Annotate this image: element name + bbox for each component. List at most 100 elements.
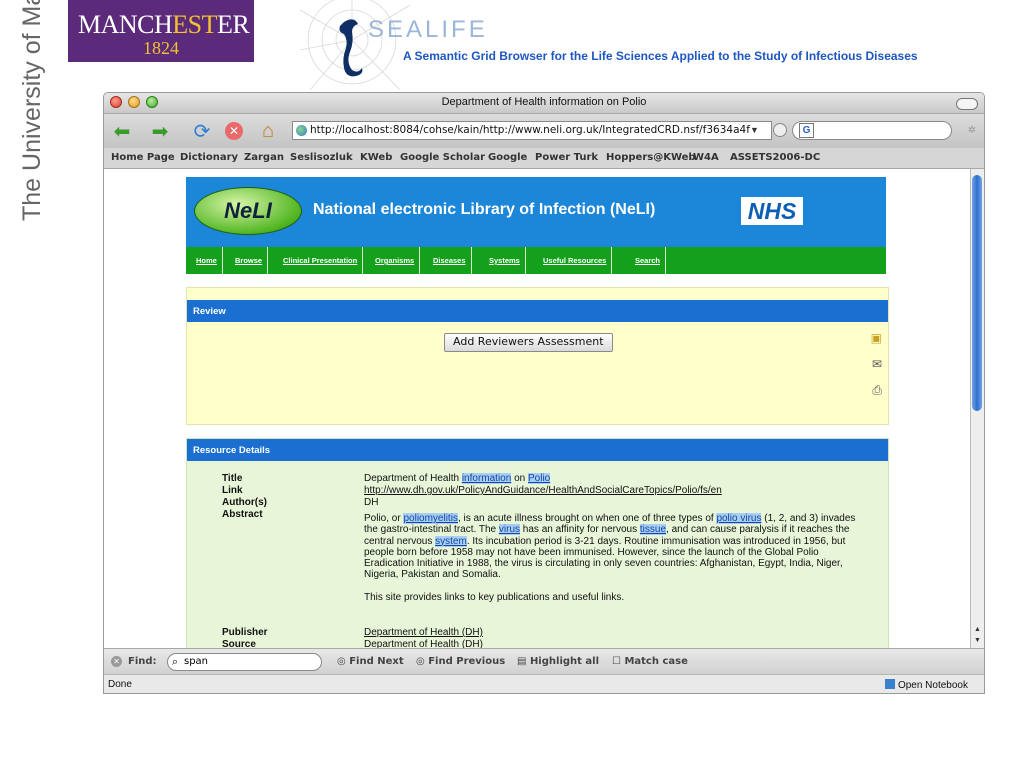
resource-details-heading-bar: Resource Details (187, 439, 888, 461)
manchester-wordmark: MANCHESTER (78, 10, 250, 40)
review-heading-bar: Review (187, 300, 888, 322)
source-link[interactable]: Department of Health (DH) (364, 639, 483, 648)
go-button[interactable] (773, 123, 787, 137)
email-icon[interactable]: ✉ (872, 357, 882, 371)
find-input[interactable]: ⌕ span (167, 653, 322, 671)
find-previous-label: Find Previous (428, 656, 506, 667)
find-input-text: span (184, 656, 209, 667)
abstract-extra-text: This site provides links to key publicat… (364, 592, 625, 604)
print-icon[interactable]: ⎙ (872, 383, 882, 398)
neli-title: National electronic Library of Infection… (313, 201, 656, 218)
wordmark-part-1: MANCH (78, 10, 173, 39)
magnifier-icon: ⌕ (172, 655, 179, 668)
status-text: Done (108, 679, 132, 690)
browser-window: Department of Health information on Poli… (103, 92, 985, 694)
nav-search[interactable]: Search (630, 247, 667, 274)
nav-diseases[interactable]: Diseases (428, 247, 472, 274)
source-label: Source (222, 639, 256, 648)
find-next-label: Find Next (349, 656, 404, 667)
checkbox-icon: ☐ (612, 656, 621, 667)
resource-link[interactable]: http://www.dh.gov.uk/PolicyAndGuidance/H… (364, 485, 722, 496)
open-notebook-button[interactable]: Open Notebook (884, 679, 968, 691)
neli-logo-text: NeLI (224, 198, 272, 223)
google-icon: G (799, 123, 814, 138)
neli-nav: Home Browse Clinical Presentation Organi… (186, 247, 886, 274)
sealife-title: SEALIFE (368, 16, 488, 43)
address-bar-text: http://localhost:8084/cohse/kain/http://… (310, 124, 750, 136)
neli-header: NeLI National electronic Library of Infe… (186, 177, 886, 247)
forward-arrow-icon[interactable]: ➡ (148, 119, 172, 143)
vertical-scrollbar[interactable]: ▲ ▼ (970, 169, 984, 648)
bookmark-hoppers-kweb[interactable]: Hoppers@KWeb (606, 152, 696, 163)
title-part: Department of Health (364, 473, 462, 484)
abstract-part: Polio, or (364, 513, 404, 524)
bookmark-dictionary[interactable]: Dictionary (180, 152, 238, 163)
search-field[interactable]: G (792, 121, 952, 140)
scrollbar-thumb[interactable] (972, 175, 982, 411)
publisher-link[interactable]: Department of Health (DH) (364, 627, 483, 638)
nav-systems[interactable]: Systems (484, 247, 526, 274)
abstract-label: Abstract (222, 509, 263, 520)
bookmark-home-page[interactable]: Home Page (111, 152, 175, 163)
match-case-checkbox[interactable]: ☐ Match case (612, 656, 688, 667)
wordmark-part-3: ER (217, 10, 250, 39)
bookmark-power-turk[interactable]: Power Turk (535, 152, 598, 163)
review-panel: Review Add Reviewers Assessment ▣ ✉ ⎙ (186, 287, 889, 425)
nav-browse[interactable]: Browse (230, 247, 269, 274)
back-arrow-icon[interactable]: ⬅ (110, 119, 134, 143)
bookmark-seslisozluk[interactable]: Seslisozluk (290, 152, 353, 163)
semantic-term-polio[interactable]: Polio (527, 473, 551, 484)
address-dropdown-icon[interactable]: ▼ (750, 121, 759, 140)
home-icon[interactable]: ⌂ (256, 119, 280, 143)
university-name: The University of Manchester (18, 0, 46, 221)
toolbar-toggle-button[interactable] (956, 98, 978, 110)
abstract-value: Polio, or poliomyelitis, is an acute ill… (364, 513, 864, 603)
status-bar: Done Open Notebook (104, 674, 984, 693)
find-bar: ✕ Find: ⌕ span ◎ Find Next ◎ Find Previo… (104, 648, 984, 675)
bookmark-kweb[interactable]: KWeb (360, 152, 392, 163)
wordmark-part-2: EST (172, 10, 218, 39)
bookmark-star-icon[interactable]: ▣ (871, 331, 882, 345)
bookmark-assets2006-dc[interactable]: ASSETS2006-DC (730, 152, 820, 163)
highlight-all-button[interactable]: ▤ Highlight all (517, 656, 599, 667)
review-heading: Review (193, 306, 226, 317)
bookmark-zargan[interactable]: Zargan (244, 152, 284, 163)
neli-logo[interactable]: NeLI (194, 187, 302, 235)
manchester-year: 1824 (143, 38, 179, 58)
address-bar[interactable]: http://localhost:8084/cohse/kain/http://… (292, 121, 772, 140)
nav-clinical-presentation[interactable]: Clinical Presentation (278, 247, 364, 274)
close-find-bar-icon[interactable]: ✕ (111, 656, 122, 667)
nhs-logo-text: NHS (747, 198, 797, 224)
semantic-term-virus[interactable]: virus (498, 524, 521, 536)
nhs-logo: NHS (741, 197, 803, 225)
scroll-arrows-icon[interactable]: ▲ ▼ (971, 624, 984, 646)
globe-icon (296, 125, 307, 136)
find-next-button[interactable]: ◎ Find Next (337, 656, 404, 667)
reload-icon[interactable]: ⟳ (190, 119, 214, 143)
semantic-term-tissue[interactable]: tissue (639, 524, 667, 536)
semantic-term-system[interactable]: system (435, 535, 467, 547)
stop-icon[interactable]: ✕ (222, 119, 246, 143)
nav-home[interactable]: Home (191, 247, 223, 274)
semantic-term-poliomyelitis[interactable]: poliomyelitis (403, 513, 458, 524)
semantic-term-information[interactable]: information (461, 473, 512, 484)
find-previous-button[interactable]: ◎ Find Previous (416, 656, 505, 667)
nav-useful-resources[interactable]: Useful Resources (538, 247, 613, 274)
link-label: Link (222, 485, 243, 496)
add-reviewers-assessment-button[interactable]: Add Reviewers Assessment (444, 333, 613, 352)
title-part: on (511, 473, 528, 484)
activity-spinner-icon: ✲ (967, 125, 976, 136)
bookmark-google[interactable]: Google (488, 152, 527, 163)
resource-details-heading: Resource Details (193, 445, 271, 456)
bookmarks-bar: Home Page Dictionary Zargan Seslisozluk … (104, 148, 984, 169)
nav-organisms[interactable]: Organisms (370, 247, 421, 274)
university-vertical-text: The University of Manchester (18, 0, 76, 226)
find-previous-icon: ◎ (416, 656, 425, 667)
bookmark-google-scholar[interactable]: Google Scholar (400, 152, 485, 163)
semantic-term-polio-virus[interactable]: polio virus (716, 513, 762, 524)
web-icon (300, 0, 411, 90)
author-value: DH (364, 497, 379, 508)
bookmark-w4a[interactable]: W4A (693, 152, 719, 163)
find-label: Find: (128, 656, 157, 667)
sealife-logo (300, 0, 411, 90)
